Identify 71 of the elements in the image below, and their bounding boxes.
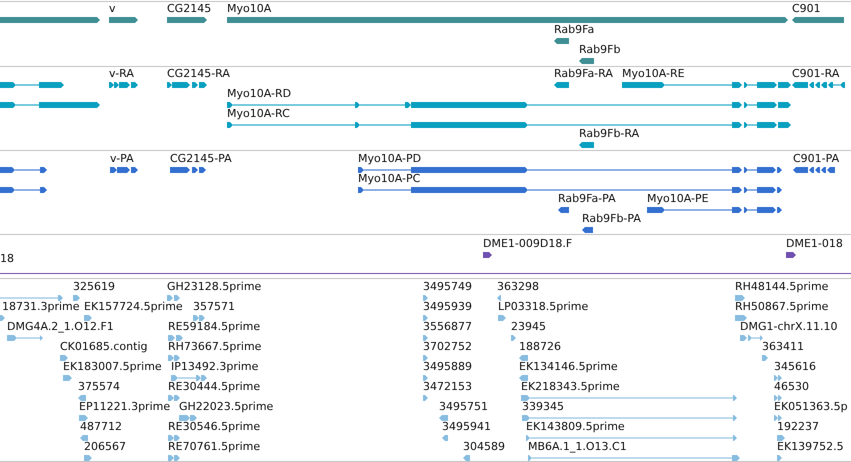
feature-label: RE70761.5prime — [168, 440, 260, 453]
feature-label: MB6A.1_1.O13.C1 — [528, 440, 627, 453]
feature-label: RE59184.5prime — [168, 320, 260, 333]
feature-label: DMG4A.2_1.O12.F1 — [7, 320, 114, 333]
feature-label: RH50867.5prime — [735, 300, 828, 313]
feature-label: EK183007.5prime — [63, 360, 162, 373]
feature-label: EK157724.5prime — [84, 300, 183, 313]
feature-label: GH22023.5prime — [179, 400, 274, 413]
feature-label: EK139752.5 — [777, 440, 844, 453]
feature-label: GH23128.5prime — [167, 280, 262, 293]
feature-label: 18731.3prime — [2, 300, 80, 313]
feature-label: 18 — [0, 252, 14, 265]
feature-label: 339345 — [522, 400, 564, 413]
feature-label: 3556877 — [423, 320, 472, 333]
feature-label: 23945 — [511, 320, 546, 333]
feature-label: 188726 — [519, 340, 561, 353]
feature-label: 3702752 — [423, 340, 472, 353]
feature-label: Myo10A-PD — [358, 152, 422, 165]
feature-label: 363298 — [497, 280, 539, 293]
feature-label: RH48144.5prime — [735, 280, 828, 293]
feature-label: 375574 — [78, 380, 120, 393]
feature-label: 3495939 — [423, 300, 472, 313]
feature-label: 206567 — [84, 440, 126, 453]
feature-label: CG2145-PA — [170, 152, 232, 165]
feature-label: DME1-018 — [786, 237, 843, 250]
feature-label: 304589 — [463, 440, 505, 453]
feature-label: v-RA — [109, 67, 134, 80]
feature-label: RH73667.5prime — [168, 340, 262, 353]
feature-label: Myo10A-RD — [227, 87, 292, 100]
feature-label: LP03318.5prime — [498, 300, 588, 313]
feature-label: Rab9Fb-PA — [582, 212, 641, 225]
feature-label: C901-RA — [792, 67, 840, 80]
feature-label: 487712 — [80, 420, 122, 433]
feature-label: RE30546.5prime — [168, 420, 260, 433]
feature-label: 3495751 — [439, 400, 488, 413]
feature-label: 363411 — [762, 340, 804, 353]
feature-label: 3495749 — [423, 280, 472, 293]
feature-label: Rab9Fa-PA — [558, 192, 616, 205]
feature-label: v — [109, 2, 116, 15]
feature-label: Rab9Fa — [554, 23, 594, 36]
feature-label: IP13492.3prime — [171, 360, 258, 373]
feature-label: EK218343.5prime — [521, 380, 620, 393]
feature-label: 46530 — [774, 380, 809, 393]
feature-label: CG2145 — [167, 2, 212, 15]
feature-label: 345616 — [774, 360, 816, 373]
feature-label: CK01685.contig — [60, 340, 148, 353]
feature-label: v-PA — [110, 152, 134, 165]
feature-label: 325619 — [73, 280, 115, 293]
feature-label: 3472153 — [423, 380, 472, 393]
feature-label: Myo10A-PE — [647, 192, 709, 205]
feature-label: EK134146.5prime — [519, 360, 618, 373]
feature-label: DME1-009D18.F — [483, 237, 572, 250]
feature-label: C901 — [792, 2, 821, 15]
feature-label: 3495941 — [442, 420, 491, 433]
feature-label: Myo10A-PC — [358, 172, 420, 185]
feature-label: 3495889 — [423, 360, 472, 373]
feature-label: RE30444.5prime — [168, 380, 260, 393]
feature-label: EP11221.3prime — [79, 400, 170, 413]
feature-label: Myo10A-RC — [227, 107, 290, 120]
feature-label: EK051363.5p — [774, 400, 848, 413]
feature-label: DMG1-chrX.11.10 — [740, 320, 838, 333]
feature-label: 192237 — [777, 420, 819, 433]
feature-label: Rab9Fa-RA — [554, 67, 613, 80]
feature-label: CG2145-RA — [167, 67, 230, 80]
feature-label: Rab9Fb — [579, 43, 620, 56]
feature-label: Rab9Fb-RA — [579, 127, 640, 140]
feature-label: EK143809.5prime — [526, 420, 625, 433]
feature-label: C901-PA — [793, 152, 840, 165]
feature-label: Myo10A-RE — [622, 67, 685, 80]
feature-label: Myo10A — [227, 2, 272, 15]
feature-label: 357571 — [193, 300, 235, 313]
